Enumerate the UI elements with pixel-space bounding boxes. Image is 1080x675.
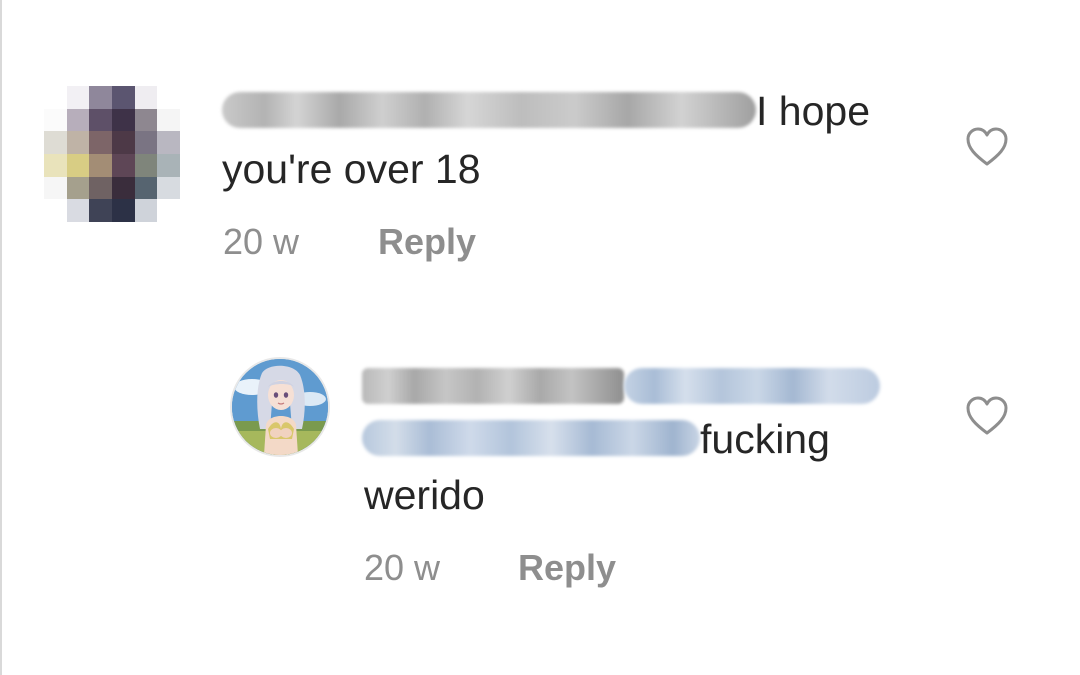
redacted-username bbox=[222, 92, 756, 129]
comment-text-line: werido bbox=[364, 460, 485, 530]
comment-text-line: you're over 18 bbox=[222, 134, 481, 204]
reply-button[interactable]: Reply bbox=[378, 220, 476, 264]
reply-button[interactable]: Reply bbox=[518, 546, 616, 590]
pixelated-avatar-image bbox=[44, 86, 180, 222]
heart-outline-icon[interactable] bbox=[965, 127, 1009, 167]
comment-timestamp: 20 w bbox=[223, 221, 300, 262]
comment-timestamp: 20 w bbox=[364, 547, 441, 588]
comment-text: fucking bbox=[700, 416, 830, 462]
comment-text-continued: werido bbox=[364, 472, 485, 518]
anime-character-avatar bbox=[232, 359, 328, 455]
comment-text: I hope bbox=[756, 88, 870, 134]
comment-text-continued: you're over 18 bbox=[222, 146, 481, 192]
redacted-username bbox=[362, 368, 624, 405]
replier-avatar[interactable] bbox=[230, 357, 330, 457]
heart-outline-icon[interactable] bbox=[965, 396, 1009, 436]
comments-screen: I hope you're over 18 20 w Reply fucking… bbox=[0, 0, 1080, 675]
redacted-mention bbox=[624, 368, 880, 405]
redacted-mention bbox=[362, 420, 700, 457]
commenter-avatar[interactable] bbox=[44, 86, 180, 222]
